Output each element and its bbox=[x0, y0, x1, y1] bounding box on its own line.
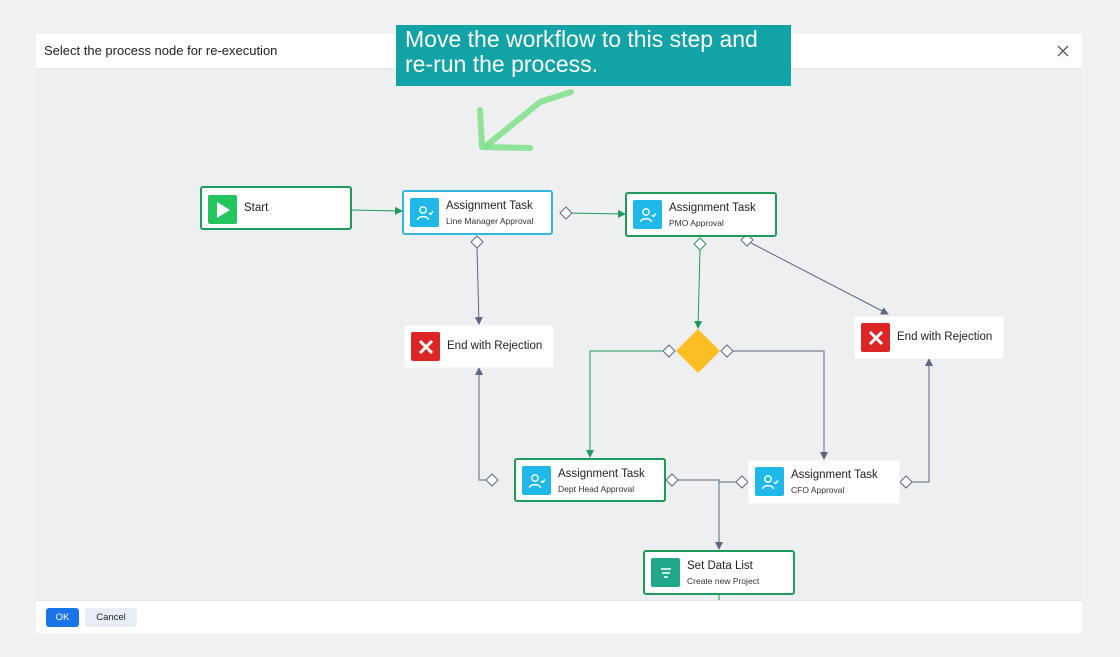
node-title: Assignment Task bbox=[791, 469, 878, 481]
node-subtitle: Dept Head Approval bbox=[558, 484, 635, 494]
start-node[interactable]: Start bbox=[200, 186, 352, 230]
dialog-footer: OK Cancel bbox=[36, 600, 1082, 633]
ok-button[interactable]: OK bbox=[46, 608, 79, 627]
node-title: Set Data List bbox=[687, 560, 753, 572]
dialog-title: Select the process node for re-execution bbox=[44, 43, 278, 58]
node-title: Assignment Task bbox=[446, 200, 533, 212]
close-button[interactable] bbox=[1052, 40, 1074, 62]
assignment-user-icon bbox=[755, 467, 784, 496]
assignment-user-icon bbox=[633, 200, 662, 229]
end-label: End with Rejection bbox=[447, 340, 543, 352]
end-with-rejection-right-node[interactable]: End with Rejection bbox=[854, 316, 1004, 359]
node-title: Assignment Task bbox=[558, 468, 645, 480]
play-icon bbox=[208, 195, 237, 224]
node-subtitle: Create new Project bbox=[687, 576, 760, 586]
data-list-icon bbox=[651, 558, 680, 587]
start-label: Start bbox=[244, 202, 269, 214]
node-title: Assignment Task bbox=[669, 202, 756, 214]
pmo-approval-node[interactable]: Assignment Task PMO Approval bbox=[625, 192, 777, 237]
assignment-user-icon bbox=[410, 198, 439, 227]
workflow-canvas[interactable]: Start Assignment Task Line Manager Appro… bbox=[36, 69, 1082, 600]
node-subtitle: PMO Approval bbox=[669, 218, 724, 228]
reexecution-dialog: Select the process node for re-execution bbox=[36, 34, 1082, 633]
assignment-user-icon bbox=[522, 466, 551, 495]
x-icon bbox=[861, 323, 890, 352]
dept-head-approval-node[interactable]: Assignment Task Dept Head Approval bbox=[514, 458, 666, 502]
node-subtitle: Line Manager Approval bbox=[446, 216, 534, 226]
x-icon bbox=[411, 332, 440, 361]
line-manager-approval-node[interactable]: Assignment Task Line Manager Approval bbox=[402, 190, 553, 235]
node-subtitle: CFO Approval bbox=[791, 485, 845, 495]
end-label: End with Rejection bbox=[897, 331, 993, 343]
annotation-callout: Move the workflow to this step and re-ru… bbox=[396, 25, 791, 86]
end-with-rejection-left-node[interactable]: End with Rejection bbox=[404, 325, 554, 368]
cfo-approval-node[interactable]: Assignment Task CFO Approval bbox=[748, 460, 900, 504]
close-icon bbox=[1057, 45, 1069, 57]
cancel-button[interactable]: Cancel bbox=[85, 608, 137, 627]
set-data-list-node[interactable]: Set Data List Create new Project bbox=[643, 550, 795, 595]
